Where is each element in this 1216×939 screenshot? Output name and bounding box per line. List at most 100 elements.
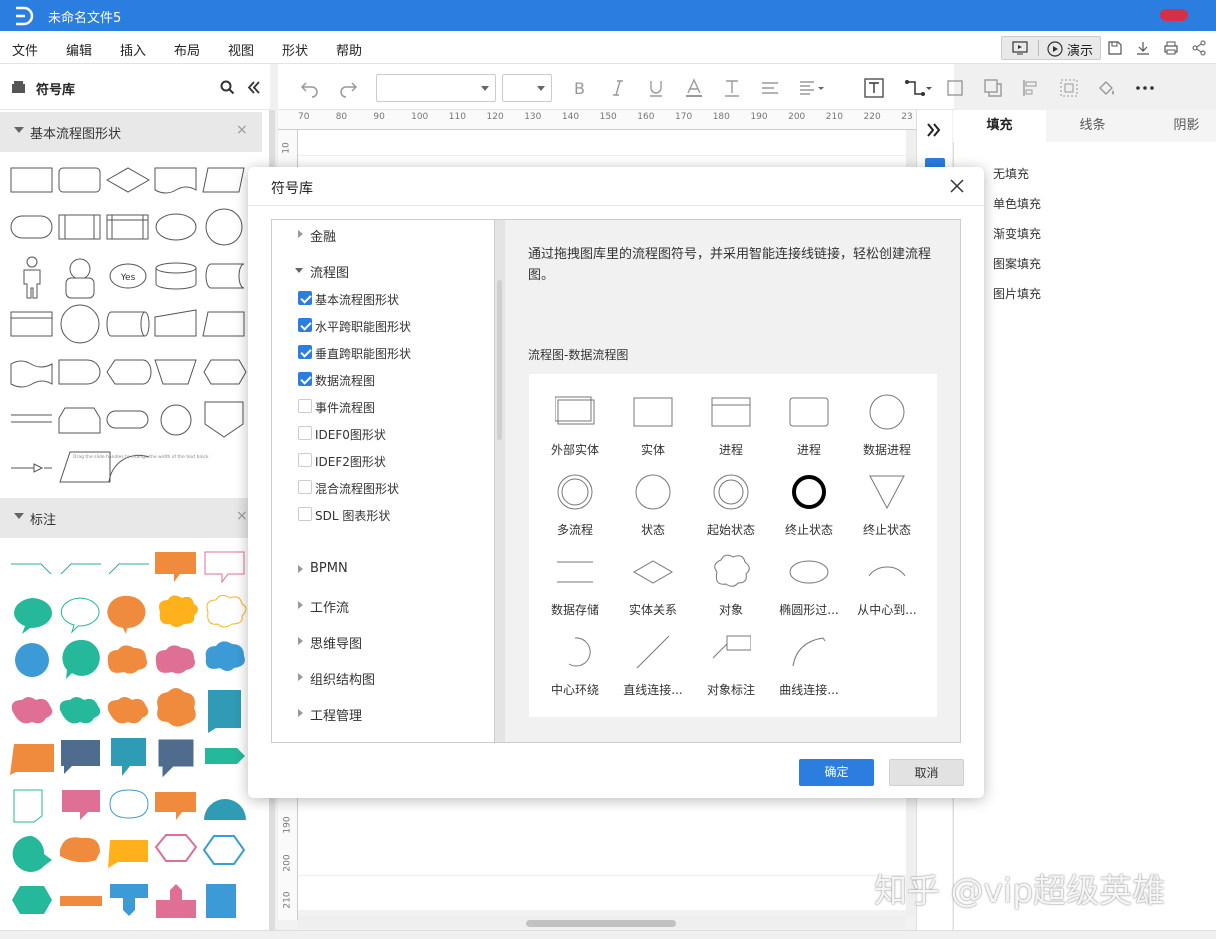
close-icon[interactable] bbox=[946, 175, 968, 197]
save-icon[interactable] bbox=[1107, 40, 1123, 56]
callout-shapes-grid[interactable] bbox=[0, 540, 262, 930]
menu-file[interactable]: 文件 bbox=[12, 40, 38, 59]
share-icon[interactable] bbox=[1191, 40, 1207, 56]
shape-preview-item[interactable]: 进程 bbox=[770, 382, 848, 462]
checkbox-box[interactable] bbox=[298, 291, 312, 305]
shape-preview-item[interactable]: 数据存储 bbox=[536, 542, 614, 622]
font-color-icon[interactable] bbox=[684, 78, 704, 98]
download-icon[interactable] bbox=[1135, 40, 1151, 56]
basic-shapes-grid[interactable]: Yes Drag the slide handles to change the… bbox=[0, 152, 262, 492]
tree-node-engineering[interactable]: 工程管理 bbox=[298, 705, 478, 724]
section-callouts[interactable]: 标注 × bbox=[0, 498, 262, 538]
option-solid-fill[interactable]: 单色填充 bbox=[993, 195, 1041, 212]
checkbox-box[interactable] bbox=[298, 399, 312, 413]
checkbox-item[interactable]: 垂直跨职能图形状 bbox=[298, 345, 478, 361]
shape-preview-item[interactable]: 终止状态 bbox=[848, 462, 926, 542]
group-icon[interactable] bbox=[1059, 78, 1079, 98]
checkbox-box[interactable] bbox=[298, 480, 312, 494]
shape-preview-item[interactable]: 直线连接... bbox=[614, 622, 692, 702]
checkbox-box[interactable] bbox=[298, 426, 312, 440]
text-style-icon[interactable] bbox=[722, 78, 742, 98]
shape-preview-item[interactable]: 外部实体 bbox=[536, 382, 614, 462]
shape-preview-item[interactable]: 实体 bbox=[614, 382, 692, 462]
shape-preview-item[interactable]: 终止状态 bbox=[770, 462, 848, 542]
horizontal-scrollbar[interactable] bbox=[298, 915, 906, 929]
close-icon[interactable]: × bbox=[236, 508, 248, 524]
option-no-fill[interactable]: 无填充 bbox=[993, 165, 1029, 182]
confirm-button[interactable]: 确定 bbox=[799, 759, 874, 786]
italic-icon[interactable] bbox=[608, 78, 628, 98]
checkbox-item[interactable]: 基本流程图形状 bbox=[298, 291, 478, 307]
checkbox-item[interactable]: SDL 图表形状 bbox=[298, 507, 478, 523]
menu-shape[interactable]: 形状 bbox=[282, 40, 308, 59]
scroll-thumb[interactable] bbox=[526, 920, 676, 927]
menu-insert[interactable]: 插入 bbox=[120, 40, 146, 59]
cancel-button[interactable]: 取消 bbox=[889, 759, 964, 786]
shape-preview-item[interactable]: 曲线连接... bbox=[770, 622, 848, 702]
tree-node-bpmn[interactable]: BPMN bbox=[298, 561, 478, 579]
shape-preview-item[interactable]: 实体关系 bbox=[614, 542, 692, 622]
more-icon[interactable] bbox=[1135, 78, 1155, 98]
shape-preview-item[interactable]: 对象标注 bbox=[692, 622, 770, 702]
line-spacing-icon[interactable] bbox=[798, 78, 826, 98]
user-avatar[interactable] bbox=[1160, 9, 1188, 21]
shadow-icon[interactable] bbox=[983, 78, 1003, 98]
checkbox-box[interactable] bbox=[298, 453, 312, 467]
scroll-thumb[interactable] bbox=[497, 280, 502, 440]
option-image-fill[interactable]: 图片填充 bbox=[993, 285, 1041, 302]
checkbox-item[interactable]: IDEF2图形状 bbox=[298, 453, 478, 469]
tree-node-mindmap[interactable]: 思维导图 bbox=[298, 633, 478, 652]
undo-icon[interactable] bbox=[300, 78, 320, 98]
tree-node-org-chart[interactable]: 组织结构图 bbox=[298, 669, 478, 688]
present-button[interactable]: 演示 bbox=[1067, 40, 1093, 59]
checkbox-item[interactable]: 事件流程图 bbox=[298, 399, 478, 415]
tab-fill[interactable]: 填充 bbox=[953, 110, 1046, 142]
tree-node-flowchart[interactable]: 流程图 bbox=[295, 262, 478, 281]
checkbox-item[interactable]: 数据流程图 bbox=[298, 372, 478, 388]
menu-edit[interactable]: 编辑 bbox=[66, 40, 92, 59]
align-icon[interactable] bbox=[760, 78, 780, 98]
option-gradient-fill[interactable]: 渐变填充 bbox=[993, 225, 1041, 242]
redo-icon[interactable] bbox=[338, 78, 358, 98]
underline-icon[interactable] bbox=[646, 78, 666, 98]
font-size-select[interactable] bbox=[502, 74, 552, 102]
collapse-icon[interactable] bbox=[247, 81, 261, 94]
checkbox-box[interactable] bbox=[298, 318, 312, 332]
bold-icon[interactable]: B bbox=[570, 78, 590, 98]
checkbox-item[interactable]: 水平跨职能图形状 bbox=[298, 318, 478, 334]
menu-view[interactable]: 视图 bbox=[228, 40, 254, 59]
shape-preview-item[interactable]: 椭圆形过... bbox=[770, 542, 848, 622]
section-basic-flowchart[interactable]: 基本流程图形状 × bbox=[0, 112, 262, 152]
tab-line[interactable]: 线条 bbox=[1046, 110, 1139, 142]
shape-preview-item[interactable]: 多流程 bbox=[536, 462, 614, 542]
tree-scrollbar[interactable] bbox=[495, 219, 505, 743]
connector-icon[interactable] bbox=[904, 78, 932, 98]
shape-preview-item[interactable]: 进程 bbox=[692, 382, 770, 462]
document-title[interactable]: 未命名文件5 bbox=[48, 7, 121, 26]
align-shapes-icon[interactable] bbox=[1021, 78, 1041, 98]
text-box-icon[interactable] bbox=[864, 78, 884, 98]
shape-preview-item[interactable]: 对象 bbox=[692, 542, 770, 622]
checkbox-box[interactable] bbox=[298, 372, 312, 386]
menu-help[interactable]: 帮助 bbox=[336, 40, 362, 59]
shape-preview-item[interactable]: 起始状态 bbox=[692, 462, 770, 542]
checkbox-box[interactable] bbox=[298, 345, 312, 359]
preview-screen-icon[interactable] bbox=[1012, 41, 1028, 55]
close-icon[interactable]: × bbox=[236, 122, 248, 138]
fill-bucket-icon[interactable] bbox=[1097, 78, 1117, 98]
print-icon[interactable] bbox=[1163, 40, 1179, 56]
search-icon[interactable] bbox=[220, 80, 235, 95]
shape-preview-item[interactable]: 数据进程 bbox=[848, 382, 926, 462]
menu-layout[interactable]: 布局 bbox=[174, 40, 200, 59]
tree-node-finance[interactable]: 金融 bbox=[298, 226, 478, 245]
border-icon[interactable] bbox=[945, 78, 965, 98]
option-pattern-fill[interactable]: 图案填充 bbox=[993, 255, 1041, 272]
shape-preview-item[interactable]: 状态 bbox=[614, 462, 692, 542]
font-family-select[interactable] bbox=[376, 74, 496, 102]
checkbox-item[interactable]: IDEF0图形状 bbox=[298, 426, 478, 442]
checkbox-box[interactable] bbox=[298, 507, 312, 521]
shape-preview-item[interactable]: 从中心到... bbox=[848, 542, 926, 622]
shape-preview-item[interactable]: 中心环绕 bbox=[536, 622, 614, 702]
checkbox-item[interactable]: 混合流程图形状 bbox=[298, 480, 478, 496]
tab-shadow[interactable]: 阴影 bbox=[1139, 110, 1216, 142]
